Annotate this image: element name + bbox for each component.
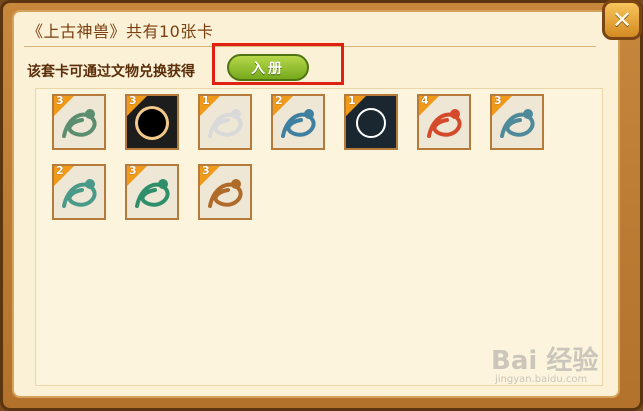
card-qilin[interactable]: 3 — [490, 94, 544, 150]
dialog-title: 《上古神兽》共有10张卡 — [27, 22, 214, 41]
card-golden-dragon[interactable]: 3 — [198, 164, 252, 220]
star-count: 2 — [56, 164, 64, 177]
star-count: 4 — [421, 94, 429, 107]
card-source-hint: 该套卡可通过文物兑换获得 — [27, 64, 195, 80]
card-dragon-turtle[interactable]: 3 — [52, 94, 106, 150]
watermark: Bai 经验 jingyan.baidu.com — [491, 340, 599, 385]
star-count: 3 — [129, 164, 137, 177]
close-button[interactable]: ✕ — [602, 0, 642, 40]
star-count: 2 — [275, 94, 283, 107]
card-winged-serpent[interactable]: 2 — [271, 94, 325, 150]
star-count: 3 — [202, 164, 210, 177]
star-count: 3 — [494, 94, 502, 107]
card-phoenix[interactable]: 4 — [417, 94, 471, 150]
watermark-url: jingyan.baidu.com — [495, 374, 588, 385]
card-azure-dragon[interactable]: 2 — [52, 164, 106, 220]
close-icon: ✕ — [611, 6, 633, 34]
annotation-highlight-box — [212, 43, 344, 85]
star-count: 3 — [129, 94, 137, 107]
star-count: 1 — [202, 94, 210, 107]
card-green-dragon[interactable]: 3 — [125, 164, 179, 220]
card-white-tiger[interactable]: 1 — [198, 94, 252, 150]
card-ring-orb[interactable]: 1 — [344, 94, 398, 150]
card-dark-orb[interactable]: 3 — [125, 94, 179, 150]
star-count: 1 — [348, 94, 356, 107]
watermark-brand: Bai 经验 — [491, 346, 599, 376]
star-count: 3 — [56, 94, 64, 107]
